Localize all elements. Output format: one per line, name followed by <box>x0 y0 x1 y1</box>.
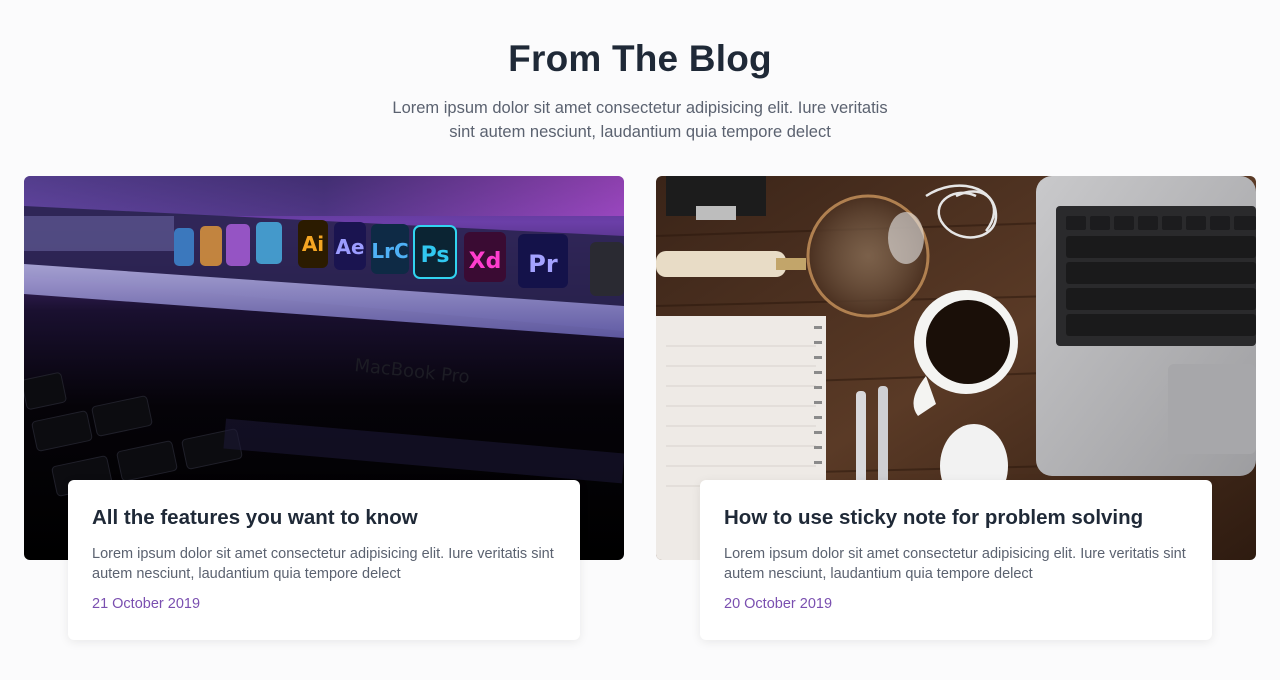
dock-app-label: Ae <box>335 235 364 259</box>
blog-card-title[interactable]: All the features you want to know <box>92 506 556 530</box>
dock-app-label: Ps <box>421 243 450 268</box>
blog-card-date: 21 October 2019 <box>92 596 201 612</box>
blog-card[interactable]: Ai Ae LrC Ps Xd Pr MacBook Pro All the f… <box>24 176 624 646</box>
section-subtitle: Lorem ipsum dolor sit amet consectetur a… <box>392 99 888 141</box>
blog-card[interactable]: How to use sticky note for problem solvi… <box>656 176 1256 646</box>
blog-card-content[interactable]: All the features you want to know Lorem … <box>68 480 580 640</box>
blog-card-date: 20 October 2019 <box>724 596 833 612</box>
blog-card-excerpt: Lorem ipsum dolor sit amet consectetur a… <box>92 546 554 582</box>
blog-card-title[interactable]: How to use sticky note for problem solvi… <box>724 506 1188 530</box>
dock-app-label: Pr <box>528 250 558 278</box>
dock-app-label: Xd <box>469 249 502 274</box>
blog-card-content[interactable]: How to use sticky note for problem solvi… <box>700 480 1212 640</box>
section-title: From The Blog <box>508 38 772 79</box>
blog-card-excerpt: Lorem ipsum dolor sit amet consectetur a… <box>724 546 1186 582</box>
dock-app-label: LrC <box>371 239 408 263</box>
dock-app-label: Ai <box>302 232 324 256</box>
